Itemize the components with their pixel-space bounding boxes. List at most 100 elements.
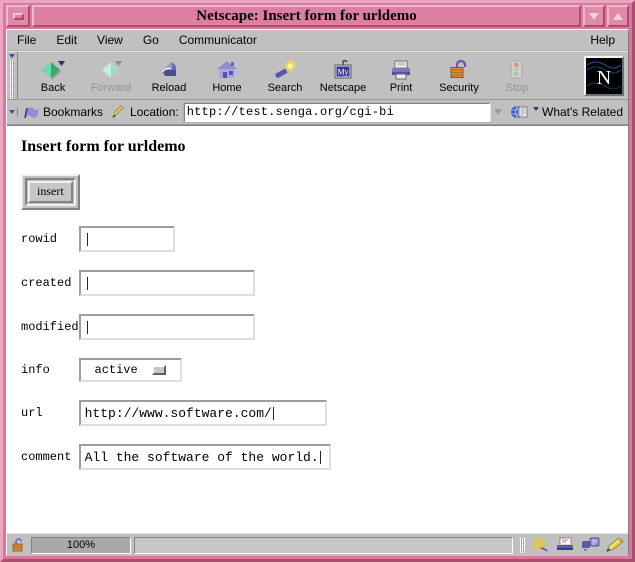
triangle-down-icon: [533, 107, 539, 111]
menu-item-communicator[interactable]: Communicator: [170, 32, 266, 48]
unlocked-padlock-icon: [12, 538, 23, 552]
client-area: File Edit View Go Communicator Help Back…: [6, 29, 629, 556]
mailbox-button[interactable]: [555, 537, 575, 554]
location-toolbar: Bookmarks Location: http://test.senga.or…: [7, 100, 628, 125]
url-input[interactable]: http://test.senga.org/cgi-bi: [182, 101, 492, 123]
menu-item-view[interactable]: View: [88, 32, 132, 48]
composer-icon: [606, 537, 624, 552]
label-created: created: [21, 276, 72, 290]
security-label: Security: [439, 82, 479, 94]
insert-form-table: rowid created modified info active url h…: [21, 226, 331, 488]
form-row-modified: modified: [21, 314, 331, 358]
svg-text:My: My: [337, 68, 348, 77]
component-bar-grippy[interactable]: [520, 537, 525, 553]
security-status-button[interactable]: [10, 537, 28, 554]
back-label: Back: [40, 82, 66, 94]
stop-button[interactable]: Stop: [488, 52, 546, 99]
input-url[interactable]: http://www.software.com/: [78, 400, 327, 426]
page-title: Insert form for urldemo: [21, 138, 186, 155]
printer-icon: [388, 57, 414, 81]
label-comment: comment: [21, 450, 72, 464]
home-button[interactable]: Home: [198, 52, 256, 99]
newsgroups-icon: [581, 537, 599, 552]
url-field-wrapper: http://test.senga.org/cgi-bi: [182, 101, 504, 123]
bookmarks-label: Bookmarks: [43, 105, 104, 119]
newsgroups-button[interactable]: [580, 537, 600, 554]
search-label: Search: [267, 82, 303, 94]
text-caret: [319, 450, 321, 464]
input-rowid[interactable]: [78, 226, 175, 252]
forward-button[interactable]: Forward: [82, 52, 140, 99]
form-row-rowid: rowid: [21, 226, 331, 270]
whats-related-label: What's Related: [542, 105, 623, 119]
form-row-info: info active: [21, 358, 331, 400]
text-caret: [86, 232, 88, 246]
home-icon: [214, 57, 240, 81]
whats-related-globe-icon: [510, 104, 529, 120]
reload-label: Reload: [151, 82, 187, 94]
back-arrow-icon: [40, 57, 66, 81]
reload-icon: [156, 57, 182, 81]
menu-item-edit[interactable]: Edit: [47, 32, 86, 48]
text-caret: [86, 276, 88, 290]
window-controls: [583, 5, 629, 27]
navigator-button[interactable]: [530, 537, 550, 554]
composer-button[interactable]: [605, 537, 625, 554]
stop-label: Stop: [505, 82, 529, 94]
triangle-down-icon: [493, 109, 502, 115]
bookmarks-button[interactable]: Bookmarks: [21, 105, 105, 120]
menu-item-help[interactable]: Help: [581, 32, 627, 48]
title-bar: Netscape: Insert form for urldemo: [3, 3, 632, 29]
reload-button[interactable]: Reload: [140, 52, 198, 99]
triangle-down-icon: [9, 54, 15, 58]
navigator-icon: [532, 537, 548, 552]
print-button[interactable]: Print: [372, 52, 430, 99]
forward-arrow-icon: [98, 57, 124, 81]
input-created[interactable]: [78, 270, 255, 296]
netscape-logo-button[interactable]: N: [584, 55, 624, 96]
search-flashlight-icon: [272, 57, 298, 81]
location-bar: Bookmarks Location: http://test.senga.or…: [18, 100, 628, 124]
bookmark-flag-icon: [23, 105, 40, 120]
select-dropdown-knob-icon: [151, 365, 166, 375]
toolbar-grippy-navigation[interactable]: [7, 52, 18, 99]
window-menu-icon: [12, 12, 24, 20]
text-caret: [272, 406, 274, 420]
label-info: info: [21, 363, 50, 377]
mailbox-icon: [556, 537, 573, 550]
progress-indicator: 100%: [31, 536, 131, 554]
stop-sign-icon: [504, 57, 530, 81]
window-title: Netscape: Insert form for urldemo: [32, 5, 581, 27]
minimize-button[interactable]: [583, 5, 605, 27]
location-button[interactable]: Location:: [108, 105, 181, 120]
menu-item-file[interactable]: File: [8, 32, 45, 48]
input-comment[interactable]: All the software of the world.: [78, 444, 331, 470]
insert-submit-button[interactable]: insert: [28, 181, 73, 203]
whats-related-button[interactable]: What's Related: [507, 104, 625, 120]
location-label: Location:: [130, 105, 179, 119]
text-caret: [86, 320, 88, 334]
toolbar-buttons: Back Forward Reload Home Search My Netsc…: [18, 52, 628, 99]
security-button[interactable]: Security: [430, 52, 488, 99]
url-history-dropdown-button[interactable]: [490, 102, 504, 122]
forward-label: Forward: [90, 82, 132, 94]
print-label: Print: [389, 82, 413, 94]
grippy-texture: [10, 60, 14, 99]
menu-bar: File Edit View Go Communicator Help: [7, 30, 628, 51]
menu-item-go[interactable]: Go: [134, 32, 168, 48]
select-info[interactable]: active: [78, 358, 182, 382]
maximize-button[interactable]: [607, 5, 629, 27]
status-message: [134, 536, 513, 554]
input-url-value: http://www.software.com/: [84, 405, 272, 421]
window-menu-button[interactable]: [6, 5, 30, 27]
input-modified[interactable]: [78, 314, 255, 340]
search-button[interactable]: Search: [256, 52, 314, 99]
netscape-button[interactable]: My Netscape: [314, 52, 372, 99]
back-button[interactable]: Back: [24, 52, 82, 99]
label-url: url: [21, 406, 43, 420]
triangle-down-icon: [9, 110, 15, 114]
status-bar: 100%: [7, 533, 628, 556]
home-label: Home: [212, 82, 242, 94]
toolbar-grippy-location[interactable]: [7, 108, 18, 116]
form-row-comment: comment All the software of the world.: [21, 444, 331, 488]
